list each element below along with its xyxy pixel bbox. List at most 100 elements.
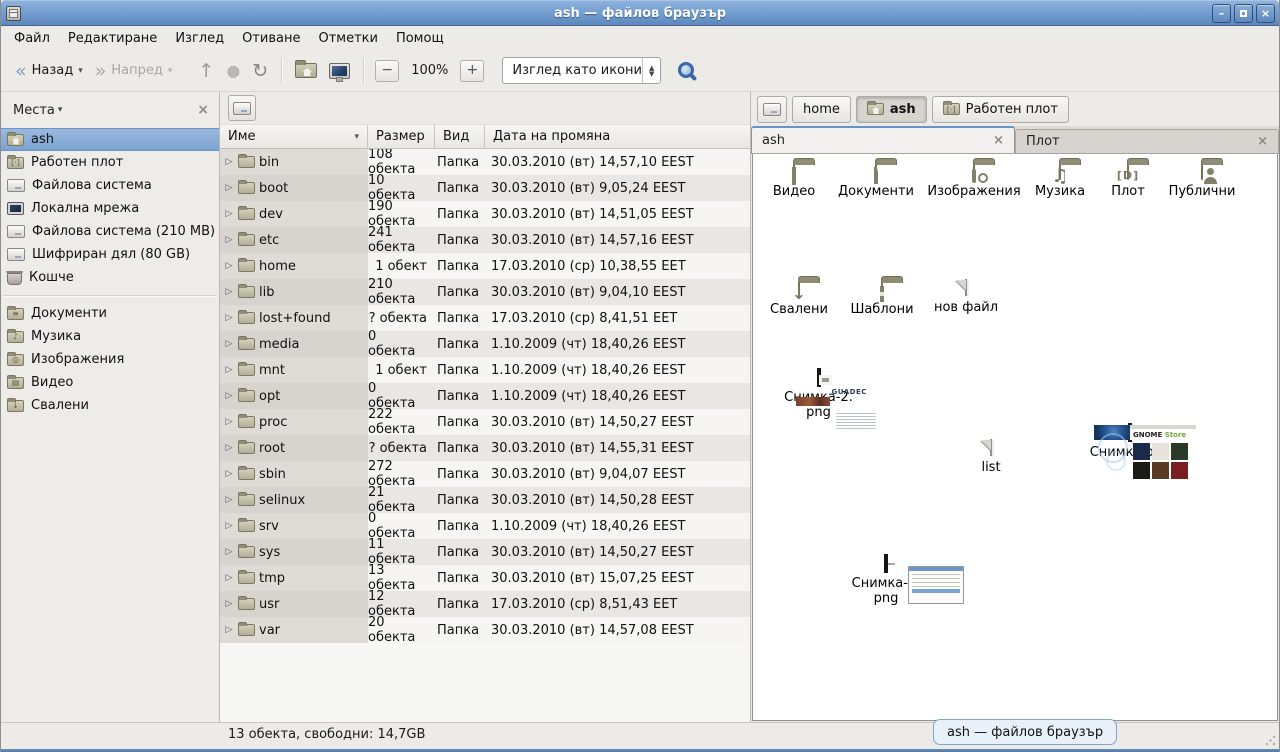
- expander-icon[interactable]: [224, 521, 234, 531]
- file-item-list[interactable]: list: [949, 440, 1033, 475]
- table-row[interactable]: lib210 обектаПапка30.03.2010 (вт) 9,04,1…: [220, 279, 750, 305]
- expander-icon[interactable]: [224, 625, 234, 635]
- folder-item-desktop[interactable]: [D] Плот: [1090, 164, 1166, 199]
- expander-icon[interactable]: [224, 365, 234, 375]
- expander-icon[interactable]: [224, 443, 234, 453]
- tab-plot[interactable]: Плот×: [1015, 129, 1279, 153]
- sidebar-item-filesystem[interactable]: Файлова система: [1, 174, 219, 197]
- expander-icon[interactable]: [224, 495, 234, 505]
- table-row[interactable]: opt0 обектаПапка1.10.2009 (чт) 18,40,26 …: [220, 383, 750, 409]
- view-mode-select[interactable]: Изглед като икони ▲▼: [502, 57, 661, 84]
- image-item-snimka-2[interactable]: GUADEC Снимка-2.png: [765, 370, 872, 420]
- sidebar-item-music[interactable]: Музика: [1, 325, 219, 348]
- tab-ash[interactable]: ash×: [751, 126, 1015, 153]
- expander-icon[interactable]: [224, 235, 234, 245]
- forward-button[interactable]: » Напред ▾: [89, 59, 179, 83]
- column-header-type[interactable]: Вид: [435, 125, 485, 149]
- folder-item-downloads[interactable]: ↓ Свалени: [757, 282, 841, 317]
- sidebar-item-video[interactable]: Видео: [1, 371, 219, 394]
- resize-grip[interactable]: [1264, 734, 1277, 747]
- search-icon[interactable]: [677, 61, 697, 81]
- table-row[interactable]: home1 обектПапка17.03.2010 (ср) 10,38,55…: [220, 253, 750, 279]
- expander-icon[interactable]: [224, 313, 234, 323]
- folder-item-public[interactable]: Публични: [1159, 164, 1245, 199]
- menu-go[interactable]: Отиване: [233, 28, 309, 49]
- image-item-snimka[interactable]: GNOME Store Снимка.png: [1077, 425, 1183, 460]
- table-row[interactable]: bin108 обектаПапка30.03.2010 (вт) 14,57,…: [220, 149, 750, 175]
- sidebar-item-network[interactable]: Локална мрежа: [1, 197, 219, 220]
- sidebar-item-downloads[interactable]: Свалени: [1, 394, 219, 417]
- column-header-date[interactable]: Дата на промяна: [485, 125, 750, 149]
- expander-icon[interactable]: [224, 183, 234, 193]
- back-button[interactable]: « Назад ▾: [9, 59, 89, 83]
- expander-icon[interactable]: [224, 573, 234, 583]
- sidebar-item-trash[interactable]: Кошче: [1, 266, 219, 289]
- up-button[interactable]: ↑: [192, 59, 220, 83]
- expander-icon[interactable]: [224, 157, 234, 167]
- table-row[interactable]: root? обектаПапка30.03.2010 (вт) 14,55,3…: [220, 435, 750, 461]
- menu-view[interactable]: Изглед: [166, 28, 233, 49]
- expander-icon[interactable]: [224, 339, 234, 349]
- sidebar-item-documents[interactable]: Документи: [1, 302, 219, 325]
- expander-icon[interactable]: [224, 547, 234, 557]
- table-row[interactable]: media0 обектаПапка1.10.2009 (чт) 18,40,2…: [220, 331, 750, 357]
- close-button[interactable]: ×: [1256, 4, 1275, 23]
- zoom-out-button[interactable]: −: [375, 60, 399, 82]
- menu-bookmarks[interactable]: Отметки: [309, 28, 386, 49]
- expander-icon[interactable]: [224, 261, 234, 271]
- menu-help[interactable]: Помощ: [387, 28, 453, 49]
- expander-icon[interactable]: [224, 469, 234, 479]
- table-row[interactable]: tmp13 обектаПапка30.03.2010 (вт) 15,07,2…: [220, 565, 750, 591]
- sidebar-pane-dropdown[interactable]: ▾: [58, 105, 63, 115]
- window-menu-icon[interactable]: [6, 6, 21, 21]
- expander-icon[interactable]: [224, 417, 234, 427]
- computer-button[interactable]: [323, 59, 356, 83]
- close-icon[interactable]: ×: [1257, 134, 1268, 149]
- file-item-new-file[interactable]: нов файл: [924, 280, 1008, 315]
- folder-item-pictures[interactable]: Изображения: [926, 164, 1022, 199]
- expander-icon[interactable]: [224, 287, 234, 297]
- expander-icon[interactable]: [224, 209, 234, 219]
- root-location-button[interactable]: [228, 95, 256, 121]
- home-button[interactable]: [289, 59, 323, 82]
- folder-item-video[interactable]: Видео: [753, 164, 835, 199]
- expander-icon[interactable]: [224, 391, 234, 401]
- table-row[interactable]: usr12 обектаПапка17.03.2010 (ср) 8,51,43…: [220, 591, 750, 617]
- breadcrumb-ash-button[interactable]: ash: [856, 96, 927, 123]
- reload-button[interactable]: ↻: [246, 59, 274, 83]
- image-item-snimka-1[interactable]: Снимка-1.png: [833, 556, 939, 606]
- folder-item-documents[interactable]: Документи: [832, 164, 920, 199]
- close-icon[interactable]: ×: [993, 133, 1004, 148]
- expander-icon[interactable]: [224, 599, 234, 609]
- sidebar-item-ash[interactable]: ash: [1, 128, 219, 151]
- maximize-button[interactable]: [1234, 4, 1253, 23]
- menu-edit[interactable]: Редактиране: [59, 28, 166, 49]
- sidebar-item-desktop[interactable]: Работен плот: [1, 151, 219, 174]
- table-row[interactable]: dev190 обектаПапка30.03.2010 (вт) 14,51,…: [220, 201, 750, 227]
- table-row[interactable]: srv0 обектаПапка1.10.2009 (чт) 18,40,26 …: [220, 513, 750, 539]
- table-row[interactable]: etc241 обектаПапка30.03.2010 (вт) 14,57,…: [220, 227, 750, 253]
- table-row[interactable]: sbin272 обектаПапка30.03.2010 (вт) 9,04,…: [220, 461, 750, 487]
- table-row[interactable]: sys11 обектаПапка30.03.2010 (вт) 14,50,2…: [220, 539, 750, 565]
- table-row[interactable]: var20 обектаПапка30.03.2010 (вт) 14,57,0…: [220, 617, 750, 643]
- breadcrumb-root-button[interactable]: [757, 96, 787, 123]
- sidebar-item-encrypted-80gb[interactable]: Шифриран дял (80 GB): [1, 243, 219, 266]
- folder-item-templates[interactable]: Шаблони: [840, 282, 924, 317]
- icon-view[interactable]: Видео Документи Изображения ♫ Музика [D]…: [752, 154, 1278, 721]
- column-header-size[interactable]: Размер: [368, 125, 435, 149]
- table-row[interactable]: mnt1 обектПапка1.10.2009 (чт) 18,40,26 E…: [220, 357, 750, 383]
- table-row[interactable]: boot10 обектаПапка30.03.2010 (вт) 9,05,2…: [220, 175, 750, 201]
- sidebar-item-filesystem-210mb[interactable]: Файлова система (210 MB): [1, 220, 219, 243]
- stop-button[interactable]: ●: [220, 59, 246, 83]
- column-header-name[interactable]: Име▾: [220, 125, 368, 149]
- sidebar-item-pictures[interactable]: Изображения: [1, 348, 219, 371]
- back-history-dropdown[interactable]: ▾: [78, 66, 83, 76]
- menu-file[interactable]: Файл: [5, 28, 59, 49]
- breadcrumb-desktop-button[interactable]: Работен плот: [932, 96, 1069, 123]
- table-row[interactable]: lost+found? обектаПапка17.03.2010 (ср) 8…: [220, 305, 750, 331]
- minimize-button[interactable]: –: [1212, 4, 1231, 23]
- sidebar-close-icon[interactable]: ×: [197, 102, 209, 118]
- table-row[interactable]: proc222 обектаПапка30.03.2010 (вт) 14,50…: [220, 409, 750, 435]
- zoom-in-button[interactable]: +: [460, 60, 484, 82]
- table-row[interactable]: selinux21 обектаПапка30.03.2010 (вт) 14,…: [220, 487, 750, 513]
